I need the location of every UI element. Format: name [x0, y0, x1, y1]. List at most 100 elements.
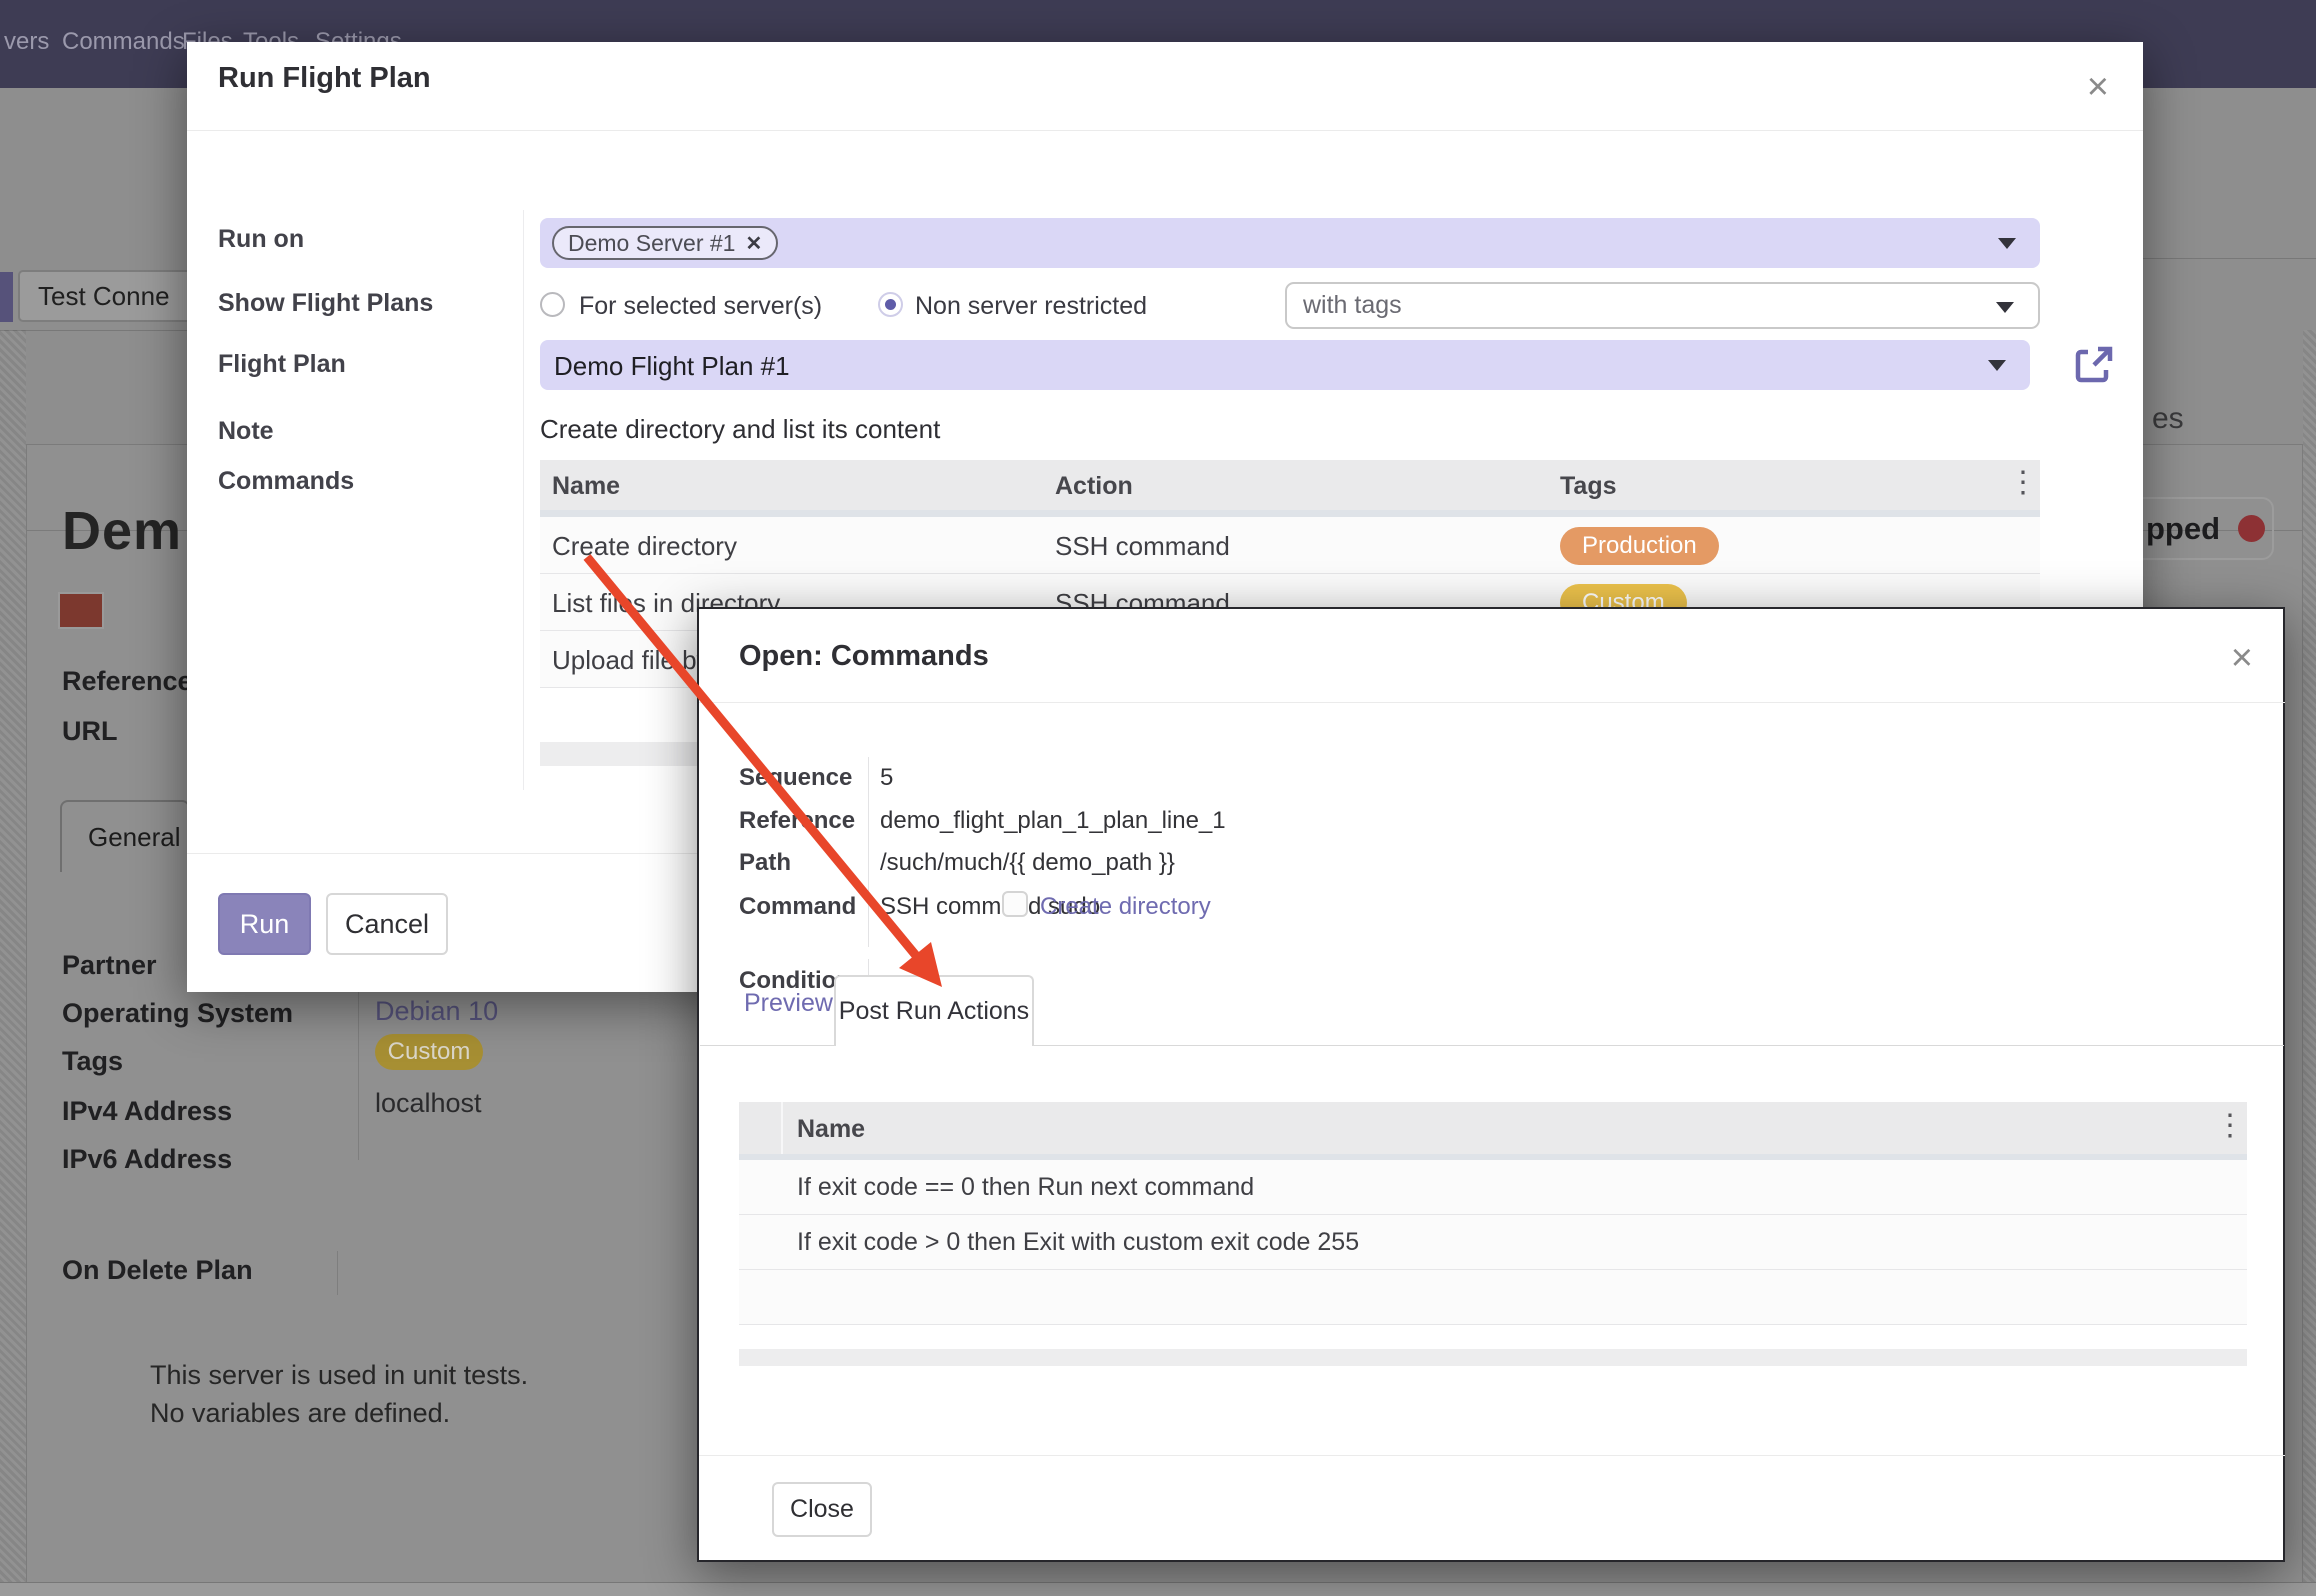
note-value: Create directory and list its content [540, 414, 940, 445]
primary-button-sliver[interactable] [0, 272, 13, 322]
close-button-label: Close [790, 1495, 854, 1524]
header-divider [699, 702, 2285, 703]
path-label: Path [739, 849, 791, 877]
radio-selected-servers-label[interactable]: For selected server(s) [579, 292, 822, 321]
table-row[interactable]: Create directory SSH command Production [540, 517, 2040, 574]
remove-tag-icon[interactable]: ✕ [745, 231, 762, 256]
radio-selected-servers[interactable] [540, 292, 565, 317]
status-dot-icon [2238, 515, 2265, 542]
run-on-field[interactable]: Demo Server #1 ✕ [540, 218, 2040, 268]
close-icon[interactable]: × [2231, 639, 2253, 677]
status-label: pped [2146, 511, 2220, 547]
cell-name: Create directory [552, 531, 737, 562]
server-tag-pill-label: Demo Server #1 [568, 230, 735, 257]
color-swatch[interactable] [58, 592, 104, 629]
server-heading: Dem [62, 500, 182, 562]
command-label: Command [739, 893, 856, 921]
os-value-link[interactable]: Debian 10 [375, 996, 498, 1027]
table-header-row: Name ⋮ [739, 1102, 2247, 1154]
screen: vers Commands Files Tools Settings Test … [0, 0, 2316, 1596]
cancel-button-label: Cancel [345, 909, 429, 940]
show-flight-plans-label: Show Flight Plans [218, 289, 433, 318]
tags-label: Tags [62, 1046, 123, 1077]
label-column-divider [523, 210, 524, 790]
page-margin-right [2303, 330, 2316, 1582]
tab-general-label: General [88, 822, 181, 853]
dropdown-caret-icon[interactable] [1996, 302, 2014, 313]
nav-item-commands[interactable]: Commands [62, 28, 185, 56]
reference-label: Reference [739, 807, 855, 835]
nav-item-servers[interactable]: vers [4, 28, 49, 56]
run-button[interactable]: Run [218, 893, 311, 955]
header-strip [540, 510, 2040, 517]
dropdown-caret-icon[interactable] [1998, 238, 2016, 249]
reference-value: demo_flight_plan_1_plan_line_1 [880, 807, 1226, 835]
horizontal-scrollbar[interactable] [739, 1349, 2247, 1366]
field-divider [358, 990, 359, 1160]
footer-divider [699, 1455, 2285, 1456]
table-row[interactable]: If exit code > 0 then Exit with custom e… [739, 1215, 2247, 1270]
ipv4-value: localhost [375, 1088, 482, 1119]
cell-name: Upload file by [552, 645, 710, 676]
run-on-label: Run on [218, 225, 304, 254]
table-row[interactable]: If exit code == 0 then Run next command [739, 1160, 2247, 1215]
radio-non-restricted-label[interactable]: Non server restricted [915, 292, 1147, 321]
header-divider [187, 130, 2143, 131]
tab-post-run-actions[interactable]: Post Run Actions [834, 975, 1034, 1046]
unit-test-note-1: This server is used in unit tests. [150, 1360, 528, 1391]
dialog-title: Open: Commands [739, 640, 989, 673]
page-margin-left [0, 330, 26, 1582]
command-link[interactable]: Create directory [1040, 893, 1211, 921]
server-tag-badge[interactable]: Custom [375, 1034, 483, 1070]
table-row-empty [739, 1270, 2247, 1325]
tab-post-run-actions-label: Post Run Actions [839, 997, 1029, 1026]
sequence-value: 5 [880, 764, 893, 792]
right-text-fragment: es [2152, 402, 2184, 436]
flight-plan-value: Demo Flight Plan #1 [554, 351, 790, 382]
ipv4-label: IPv4 Address [62, 1096, 232, 1127]
close-icon[interactable]: × [2087, 68, 2109, 106]
label-column-divider [868, 757, 869, 947]
note-label: Note [218, 417, 274, 446]
column-menu-icon[interactable]: ⋮ [2215, 1111, 2245, 1141]
url-label: URL [62, 716, 118, 747]
os-label: Operating System [62, 998, 293, 1029]
external-link-icon[interactable] [2072, 343, 2116, 387]
with-tags-select[interactable]: with tags [1285, 282, 2040, 329]
col-name[interactable]: Name [552, 472, 620, 501]
tag-badge-production: Production [1560, 527, 1719, 565]
col-action[interactable]: Action [1055, 472, 1133, 501]
run-button-label: Run [240, 909, 290, 940]
radio-non-restricted[interactable] [878, 292, 903, 317]
on-delete-plan-label: On Delete Plan [62, 1255, 253, 1286]
sudo-checkbox[interactable] [1002, 891, 1028, 917]
ipv6-label: IPv6 Address [62, 1144, 232, 1175]
close-button[interactable]: Close [772, 1482, 872, 1537]
flight-plan-select[interactable]: Demo Flight Plan #1 [540, 340, 2030, 390]
server-tag-label: Custom [388, 1038, 471, 1066]
column-menu-icon[interactable]: ⋮ [2008, 468, 2038, 498]
cell-name: If exit code > 0 then Exit with custom e… [797, 1228, 1359, 1257]
with-tags-placeholder: with tags [1303, 291, 1402, 320]
dialog-title: Run Flight Plan [218, 62, 431, 95]
commands-label: Commands [218, 467, 354, 496]
sequence-label: Sequence [739, 764, 852, 792]
cancel-button[interactable]: Cancel [326, 893, 448, 955]
cell-name: If exit code == 0 then Run next command [797, 1173, 1254, 1202]
cell-action: SSH command [1055, 531, 1230, 562]
test-connection-label: Test Conne [38, 281, 170, 312]
dropdown-caret-icon[interactable] [1988, 360, 2006, 371]
row-gutter [739, 1102, 783, 1154]
tab-preview[interactable]: Preview [744, 989, 833, 1018]
test-connection-button[interactable]: Test Conne [18, 270, 213, 322]
flight-plan-label: Flight Plan [218, 350, 346, 379]
server-status-badge: pped [2132, 497, 2274, 560]
table-header-row: Name Action Tags ⋮ [540, 460, 2040, 510]
open-commands-dialog: Open: Commands × Sequence 5 Reference de… [697, 607, 2285, 1562]
col-tags[interactable]: Tags [1560, 472, 1617, 501]
partner-label: Partner [62, 950, 157, 981]
col-name[interactable]: Name [797, 1115, 865, 1144]
tab-general[interactable]: General [60, 800, 190, 872]
reference-label: Reference [62, 666, 193, 697]
server-tag-pill[interactable]: Demo Server #1 ✕ [552, 226, 778, 260]
